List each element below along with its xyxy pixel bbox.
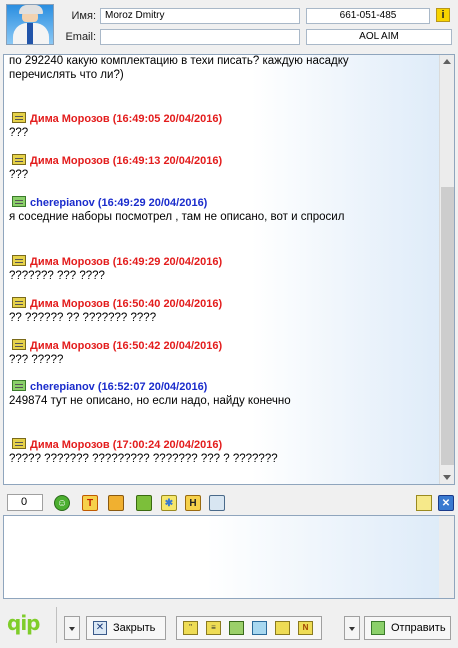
font-icon[interactable]: T bbox=[82, 495, 98, 511]
scroll-up-icon[interactable] bbox=[443, 59, 451, 64]
message-icon bbox=[12, 297, 26, 308]
quote-icon[interactable]: " bbox=[183, 621, 198, 635]
message-toolbar: 0 ☺ T ✱ H ✕ bbox=[0, 491, 458, 515]
message-author: Дима Морозов (17:00:24 20/04/2016) bbox=[30, 439, 223, 451]
message-text: ??????? ??? ???? bbox=[9, 270, 105, 282]
save-icon[interactable] bbox=[136, 495, 152, 511]
uin-field[interactable]: 661-051-485 bbox=[306, 8, 430, 24]
color-fill-icon[interactable] bbox=[108, 495, 124, 511]
contact-info-icon[interactable]: i bbox=[436, 8, 450, 22]
message-author: Дима Морозов (16:49:13 20/04/2016) bbox=[30, 155, 223, 167]
scroll-down-icon[interactable] bbox=[443, 475, 451, 480]
send-file-icon[interactable] bbox=[275, 621, 290, 635]
protocol-field: AOL AIM bbox=[306, 29, 452, 45]
name-label: Имя: bbox=[71, 10, 96, 22]
list-icon[interactable]: ≡ bbox=[206, 621, 221, 635]
close-button[interactable]: ✕ Закрыть bbox=[86, 616, 166, 640]
smiley-icon[interactable]: ☺ bbox=[54, 495, 70, 511]
message-author: cherepianov (16:52:07 20/04/2016) bbox=[30, 381, 208, 393]
scroll-thumb[interactable] bbox=[441, 187, 454, 465]
message-author: Дима Морозов (16:50:40 20/04/2016) bbox=[30, 298, 223, 310]
image-icon[interactable] bbox=[209, 495, 225, 511]
send-options-dropdown[interactable] bbox=[344, 616, 360, 640]
contact-card-icon[interactable] bbox=[229, 621, 244, 635]
send-button[interactable]: Отправить bbox=[364, 616, 451, 640]
bottom-bar: qip ✕ Закрыть " ≡ N Отправить bbox=[0, 603, 458, 648]
history-icon[interactable]: H bbox=[185, 495, 201, 511]
chat-log-scrollbar[interactable] bbox=[439, 55, 454, 484]
email-label: Email: bbox=[65, 31, 96, 43]
message-text: 249874 тут не описано, но если надо, най… bbox=[9, 395, 291, 407]
close-tab-icon[interactable]: ✕ bbox=[438, 495, 454, 511]
message-icon bbox=[12, 154, 26, 165]
char-counter: 0 bbox=[7, 494, 43, 511]
qip-logo: qip bbox=[7, 611, 40, 635]
message-text: я соседние наборы посмотрел , там не опи… bbox=[9, 211, 345, 223]
divider bbox=[56, 607, 57, 643]
snowflake-icon[interactable]: ✱ bbox=[161, 495, 177, 511]
close-icon: ✕ bbox=[93, 621, 107, 635]
message-icon bbox=[12, 112, 26, 123]
message-icon bbox=[12, 255, 26, 266]
email-field[interactable] bbox=[100, 29, 300, 45]
message-text: по 292240 какую комплектацию в техи писа… bbox=[9, 55, 349, 67]
contact-avatar[interactable] bbox=[6, 4, 54, 45]
send-icon bbox=[371, 621, 385, 635]
message-author: Дима Морозов (16:50:42 20/04/2016) bbox=[30, 340, 223, 352]
transfer-icon[interactable] bbox=[252, 621, 267, 635]
message-author: Дима Морозов (16:49:05 20/04/2016) bbox=[30, 113, 223, 125]
message-text: ??? bbox=[9, 127, 29, 139]
message-text: ??? ????? bbox=[9, 354, 64, 366]
notes-icon[interactable]: N bbox=[298, 621, 313, 635]
input-scrollbar[interactable] bbox=[439, 516, 454, 598]
message-icon bbox=[12, 380, 26, 391]
message-text: ????? ??????? ????????? ??????? ??? ? ??… bbox=[9, 453, 278, 465]
message-author: cherepianov (16:49:29 20/04/2016) bbox=[30, 197, 208, 209]
message-text: ??? bbox=[9, 169, 29, 181]
message-icon bbox=[12, 196, 26, 207]
chat-log[interactable]: по 292240 какую комплектацию в техи писа… bbox=[3, 54, 455, 485]
message-text: ?? ?????? ?? ??????? ???? bbox=[9, 312, 157, 324]
note-icon[interactable] bbox=[416, 495, 432, 511]
contact-header: Имя: Moroz Dmitry 661-051-485 i Email: A… bbox=[0, 0, 458, 48]
message-icon bbox=[12, 339, 26, 350]
name-field[interactable]: Moroz Dmitry bbox=[100, 8, 300, 24]
options-dropdown[interactable] bbox=[64, 616, 80, 640]
message-author: Дима Морозов (16:49:29 20/04/2016) bbox=[30, 256, 223, 268]
quick-actions: " ≡ N bbox=[176, 616, 322, 640]
message-text: перечислять что ли?) bbox=[9, 69, 124, 81]
message-icon bbox=[12, 438, 26, 449]
message-input[interactable] bbox=[3, 515, 455, 599]
